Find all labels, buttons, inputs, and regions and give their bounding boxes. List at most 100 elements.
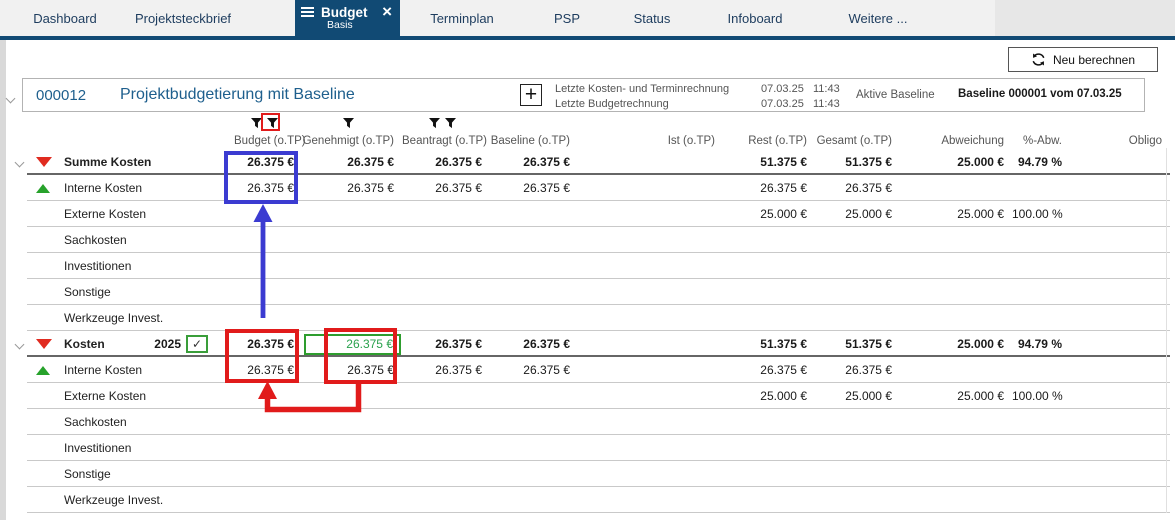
cell-gesamt[interactable]: 25.000 € [815,207,900,221]
column-header-baseline[interactable]: Baseline (o.TP) [490,135,578,147]
expand-chevron-icon[interactable] [14,157,24,167]
cell-abweichung[interactable]: 25.000 € [900,389,1012,403]
column-header-beantragt[interactable]: Beantragt (o.TP) [402,135,490,147]
column-header-budget[interactable]: Budget (o.TP) [234,135,306,147]
table-row[interactable]: Werkzeuge Invest. [6,487,1170,513]
table-row[interactable]: Sonstige [6,461,1170,487]
refresh-icon [1032,53,1045,66]
cell-beantragt[interactable]: 26.375 € [402,155,490,169]
editable-genehmigt-cell[interactable]: 26.375 € [304,333,401,355]
tab-projektsteckbrief[interactable]: Projektsteckbrief [128,0,238,36]
column-header-gesamt[interactable]: Gesamt (o.TP) [815,135,900,147]
filter-icon[interactable] [428,118,441,129]
collapse-chevron-icon[interactable] [5,89,16,107]
tab-weitere[interactable]: Weitere ... [823,0,933,36]
table-row[interactable]: Investitionen [6,253,1170,279]
cell-beantragt[interactable]: 26.375 € [402,337,490,351]
tab-bar: Dashboard Projektsteckbrief Budget × Bas… [0,0,1175,36]
cell-pabw[interactable]: 100.00 % [1012,207,1070,221]
table-row[interactable]: Werkzeuge Invest. [6,305,1170,331]
cell-rest[interactable]: 25.000 € [723,389,815,403]
budget-table: Budget (o.TP) Genehmigt (o.TP) Beantragt (… [6,115,1170,513]
column-header-abweichung[interactable]: Abweichung [900,135,1012,147]
cell-gesamt[interactable]: 51.375 € [815,155,900,169]
tab-infoboard[interactable]: Infoboard [700,0,810,36]
cell-rest[interactable]: 51.375 € [723,337,815,351]
year-checkbox[interactable]: ✓ [186,335,208,353]
calc-time: 11:43 [813,82,840,95]
tab-status[interactable]: Status [597,0,707,36]
row-name: Sachkosten [64,233,127,247]
calc-time: 11:43 [813,97,840,110]
tab-terminplan[interactable]: Terminplan [407,0,517,36]
add-button[interactable]: + [520,84,542,106]
filter-cell-genehmigt[interactable] [298,118,398,129]
tab-budget[interactable]: Budget × Basis [295,0,400,36]
filter-cell-beantragt[interactable] [398,118,486,129]
table-row[interactable]: Sonstige [6,279,1170,305]
filter-icon[interactable] [444,118,457,129]
hamburger-icon[interactable] [301,7,314,17]
cell-budget[interactable]: 26.375 € [234,363,302,377]
cell-baseline[interactable]: 26.375 € [490,155,578,169]
cell-baseline[interactable]: 26.375 € [490,363,578,377]
table-row[interactable]: Interne Kosten 26.375 €26.375 €26.375 €26… [6,357,1170,383]
table-row[interactable]: Kosten 2025 ✓ 26.375 €26.375 €26.375 €26.37… [6,331,1170,357]
cell-pabw[interactable]: 94.79 % [1012,155,1070,169]
cell-budget[interactable]: 26.375 € [234,181,302,195]
filter-cell-budget[interactable] [230,118,298,129]
table-rows: Summe Kosten 26.375 €26.375 €26.375 €26.3… [6,149,1170,513]
table-row[interactable]: Sachkosten [6,409,1170,435]
column-header-obligo[interactable]: Obligo [1070,135,1170,147]
table-row[interactable]: Externe Kosten 25.000 €25.000 €25.000 €10… [6,383,1170,409]
cell-rest[interactable]: 25.000 € [723,207,815,221]
cell-pabw[interactable]: 100.00 % [1012,389,1070,403]
close-tab-icon[interactable]: × [382,3,392,20]
table-row[interactable]: Interne Kosten 26.375 €26.375 €26.375 €26… [6,175,1170,201]
cell-rest[interactable]: 51.375 € [723,155,815,169]
cell-genehmigt[interactable]: 26.375 € [302,181,402,195]
filter-icon-row [6,115,1170,132]
table-row[interactable]: Investitionen [6,435,1170,461]
cell-genehmigt[interactable]: 26.375 € [302,155,402,169]
cell-genehmigt[interactable]: 26.375 € [302,363,402,377]
cell-genehmigt[interactable]: 26.375 € [302,333,402,356]
column-header-ist[interactable]: Ist (o.TP) [578,135,723,147]
cell-abweichung[interactable]: 25.000 € [900,155,1012,169]
cell-rest[interactable]: 26.375 € [723,181,815,195]
row-name: Summe Kosten [64,155,152,169]
column-header-genehmigt[interactable]: Genehmigt (o.TP) [302,135,402,147]
filter-icon[interactable] [250,118,263,129]
cell-abweichung[interactable]: 25.000 € [900,207,1012,221]
cell-baseline[interactable]: 26.375 € [490,337,578,351]
cell-beantragt[interactable]: 26.375 € [402,181,490,195]
table-row[interactable]: Summe Kosten 26.375 €26.375 €26.375 €26.3… [6,149,1170,175]
table-row[interactable]: Externe Kosten 25.000 €25.000 €25.000 €10… [6,201,1170,227]
recalculate-button[interactable]: Neu berechnen [1008,47,1158,72]
calc-date: 07.03.25 [761,82,804,95]
cell-rest[interactable]: 26.375 € [723,363,815,377]
column-header-pabw[interactable]: %-Abw. [1012,135,1070,147]
expand-chevron-icon[interactable] [14,339,24,349]
cell-gesamt[interactable]: 26.375 € [815,363,900,377]
active-baseline-value: Baseline 000001 vom 07.03.25 [958,88,1122,100]
row-name: Kosten [64,337,105,351]
calc-date: 07.03.25 [761,97,804,110]
cell-beantragt[interactable]: 26.375 € [402,363,490,377]
row-name: Werkzeuge Invest. [64,493,164,507]
cell-gesamt[interactable]: 26.375 € [815,181,900,195]
tab-dashboard[interactable]: Dashboard [10,0,120,36]
filter-icon[interactable] [342,118,355,129]
cell-budget[interactable]: 26.375 € [234,155,302,169]
cell-budget[interactable]: 26.375 € [234,337,302,351]
cell-pabw[interactable]: 94.79 % [1012,337,1070,351]
row-name: Werkzeuge Invest. [64,311,164,325]
cell-abweichung[interactable]: 25.000 € [900,337,1012,351]
column-header-rest[interactable]: Rest (o.TP) [723,135,815,147]
cell-gesamt[interactable]: 51.375 € [815,337,900,351]
red-triangle-down-icon [36,339,52,349]
filter-icon[interactable] [266,118,279,129]
cell-gesamt[interactable]: 25.000 € [815,389,900,403]
cell-baseline[interactable]: 26.375 € [490,181,578,195]
table-row[interactable]: Sachkosten [6,227,1170,253]
